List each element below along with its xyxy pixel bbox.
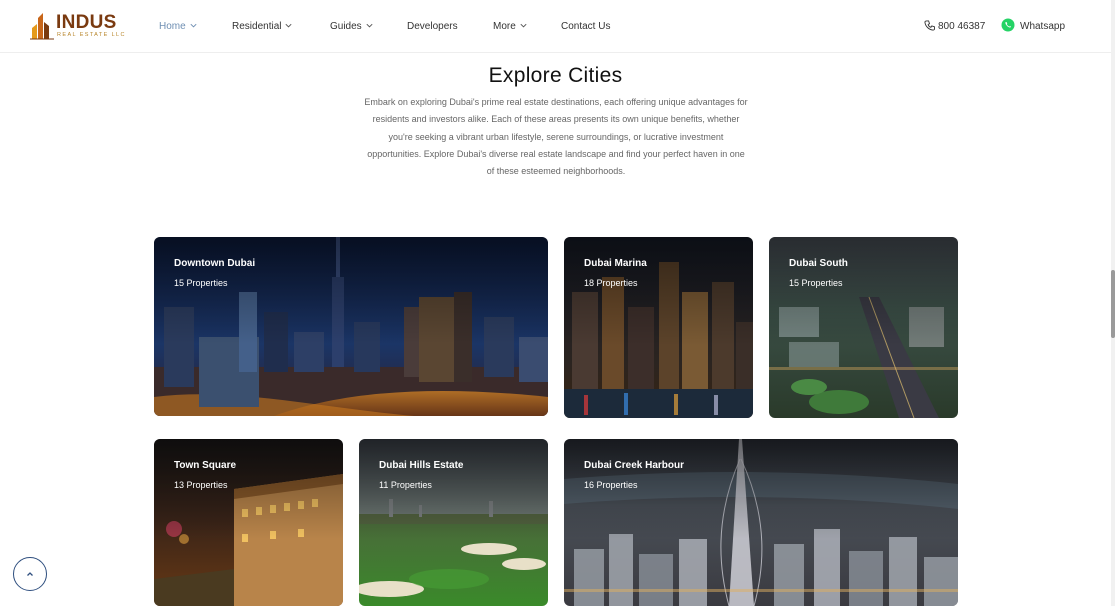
city-card-dubai-hills-estate[interactable]: Dubai Hills Estate 11 Properties [359, 439, 548, 606]
nav-contact[interactable]: Contact Us [561, 20, 610, 34]
nav-residential-label: Residential [232, 21, 282, 32]
card-overlay [769, 237, 958, 346]
logo-icon [30, 13, 54, 40]
nav-home[interactable]: Home [159, 20, 198, 34]
page-scrollbar[interactable] [1111, 0, 1115, 606]
phone-number: 800 46387 [938, 21, 986, 32]
logo-text: INDUS [56, 12, 117, 33]
city-name: Dubai South [789, 258, 848, 269]
city-card-dubai-marina[interactable]: Dubai Marina 18 Properties [564, 237, 753, 418]
section-description: Embark on exploring Dubai's prime real e… [364, 97, 748, 177]
whatsapp-link[interactable]: Whatsapp [1001, 18, 1066, 34]
nav-home-label: Home [159, 21, 186, 32]
property-count: 15 Properties [174, 278, 228, 288]
back-to-top-button[interactable] [13, 557, 47, 591]
nav-guides-label: Guides [330, 21, 362, 32]
city-name: Town Square [174, 460, 237, 471]
phone-icon [924, 20, 935, 31]
phone-link[interactable]: 800 46387 [924, 20, 985, 34]
chevron-up-icon [27, 572, 33, 576]
card-overlay [564, 237, 753, 346]
nav-more-label: More [493, 21, 516, 32]
city-name: Downtown Dubai [174, 258, 256, 269]
card-overlay [154, 237, 548, 345]
city-card-downtown-dubai[interactable]: Downtown Dubai 15 Properties [154, 237, 548, 416]
chevron-down-icon [366, 23, 373, 28]
logo-tagline: REAL ESTATE LLC [57, 32, 126, 38]
city-card-dubai-south[interactable]: Dubai South 15 Properties [769, 237, 958, 418]
property-count: 13 Properties [174, 480, 228, 490]
nav-developers-label: Developers [407, 21, 458, 32]
property-count: 16 Properties [584, 480, 638, 490]
scrollbar-thumb[interactable] [1111, 270, 1115, 338]
nav-more[interactable]: More [493, 20, 528, 34]
chevron-down-icon [190, 23, 197, 28]
city-name: Dubai Creek Harbour [584, 460, 685, 471]
chevron-down-icon [285, 23, 293, 28]
property-count: 18 Properties [584, 278, 638, 288]
nav-contact-label: Contact Us [561, 21, 611, 32]
site-header: INDUS REAL ESTATE LLC Home Residential G… [0, 0, 1115, 53]
property-count: 11 Properties [379, 480, 432, 490]
logo[interactable]: INDUS REAL ESTATE LLC [30, 12, 124, 42]
whatsapp-label: Whatsapp [1020, 21, 1066, 32]
city-card-town-square[interactable]: Town Square 13 Properties [154, 439, 343, 606]
nav-residential[interactable]: Residential [232, 20, 293, 34]
nav-developers[interactable]: Developers [407, 20, 458, 34]
nav-guides[interactable]: Guides [330, 20, 374, 34]
property-count: 15 Properties [789, 278, 843, 288]
whatsapp-icon [1001, 18, 1015, 32]
chevron-down-icon [520, 23, 527, 28]
section-title: Explore Cities [488, 64, 623, 87]
city-name: Dubai Hills Estate [379, 460, 464, 471]
city-name: Dubai Marina [584, 258, 647, 269]
city-card-dubai-creek-harbour[interactable]: Dubai Creek Harbour 16 Properties [564, 439, 958, 606]
